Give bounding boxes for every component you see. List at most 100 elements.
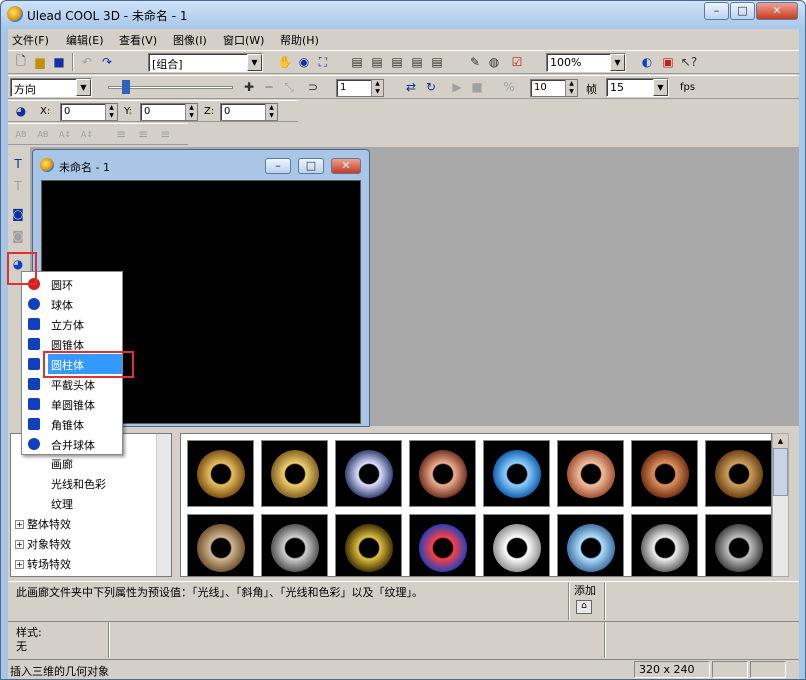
layer-icon-2[interactable]: ▤ xyxy=(368,53,386,71)
layer-icon-3[interactable]: ▤ xyxy=(388,53,406,71)
spinner-arrows[interactable]: ▲ ▼ xyxy=(265,104,277,120)
text-spacing-icon-4[interactable]: A↕ xyxy=(78,125,96,143)
chevron-down-icon[interactable]: ▼ xyxy=(653,79,668,96)
doc-minimize-button[interactable]: – xyxy=(265,158,291,174)
object-select-combo[interactable]: [组合] ▼ xyxy=(148,53,263,72)
gallery-thumbnail[interactable] xyxy=(631,514,698,576)
tree-item-transition-effects[interactable]: + 转场特效 xyxy=(15,556,71,572)
text-spacing-icon-1[interactable]: AB xyxy=(12,125,30,143)
tree-scrollbar[interactable] xyxy=(156,434,171,576)
menu-window[interactable]: 窗口(W) xyxy=(223,32,264,48)
z-spinner[interactable]: 0 ▲ ▼ xyxy=(220,103,278,121)
rotate-object-icon[interactable]: ◉ xyxy=(295,53,313,71)
layer-icon-5[interactable]: ▤ xyxy=(428,53,446,71)
position-icon[interactable]: ◕ xyxy=(12,102,30,120)
play-icon[interactable]: ▶ xyxy=(448,78,466,96)
gallery-thumbnail[interactable] xyxy=(261,514,328,576)
frame-spinner[interactable]: 1 ▲ ▼ xyxy=(336,79,384,97)
insert-text-icon[interactable]: T xyxy=(9,155,27,173)
y-spinner[interactable]: 0 ▲ ▼ xyxy=(140,103,198,121)
loop-icon[interactable]: ⇄ xyxy=(402,78,420,96)
minimize-button[interactable]: – xyxy=(704,2,729,20)
gallery-thumbnail[interactable] xyxy=(483,514,550,576)
gallery-thumbnail[interactable] xyxy=(705,514,771,576)
save-icon[interactable]: ■ xyxy=(50,53,68,71)
hand-icon[interactable]: ✋ xyxy=(276,53,294,71)
chevron-down-icon[interactable]: ▼ xyxy=(247,54,262,71)
gallery-thumbnail[interactable] xyxy=(705,440,771,507)
scroll-up-icon[interactable]: ▲ xyxy=(773,434,788,448)
remove-keyframe-icon[interactable]: ━ xyxy=(260,78,278,96)
gallery-thumbnail[interactable] xyxy=(187,440,254,507)
close-button[interactable]: ✕ xyxy=(756,2,798,20)
gallery-thumbnail[interactable] xyxy=(187,514,254,576)
gallery-thumbnail[interactable] xyxy=(631,440,698,507)
fps-spinner[interactable]: 10 ▲ ▼ xyxy=(530,79,578,97)
gallery-thumbnail[interactable] xyxy=(335,440,402,507)
shape-menu-item[interactable]: 合并球体 xyxy=(22,434,122,454)
menu-help[interactable]: 帮助(H) xyxy=(280,32,319,48)
gallery-icon[interactable]: ▣ xyxy=(659,53,677,71)
insert-graphic-icon[interactable]: ◙ xyxy=(9,205,27,223)
tree-item-global-effects[interactable]: + 整体特效 xyxy=(15,516,71,532)
edit-graphic-icon[interactable]: ◙ xyxy=(9,227,27,245)
expand-icon[interactable]: + xyxy=(15,540,24,549)
resize-object-icon[interactable]: ⛶ xyxy=(314,53,332,71)
shape-menu-item[interactable]: 单圆锥体 xyxy=(22,394,122,414)
preview-icon[interactable]: ☑ xyxy=(508,53,526,71)
gallery-thumbnail[interactable] xyxy=(409,440,476,507)
text-spacing-icon-2[interactable]: AB xyxy=(34,125,52,143)
spinner-arrows[interactable]: ▲ ▼ xyxy=(105,104,117,120)
slider-thumb[interactable] xyxy=(122,80,130,94)
align-left-icon[interactable]: ≡ xyxy=(112,125,130,143)
maximize-button[interactable]: □ xyxy=(730,2,755,20)
doc-maximize-button[interactable]: □ xyxy=(298,158,324,174)
gallery-thumbnail[interactable] xyxy=(335,514,402,576)
frames-combo[interactable]: 15 ▼ xyxy=(606,78,669,97)
add-keyframe-icon[interactable]: ✚ xyxy=(240,78,258,96)
layer-icon-1[interactable]: ▤ xyxy=(348,53,366,71)
tree-item-texture[interactable]: 纹理 xyxy=(51,496,73,512)
split-keyframe-icon[interactable]: ⤡ xyxy=(280,78,298,96)
globe-icon[interactable]: ◍ xyxy=(485,53,503,71)
light-icon[interactable]: ✎ xyxy=(466,53,484,71)
new-file-icon[interactable]: 🗋 xyxy=(12,53,30,71)
open-folder-icon[interactable]: ▆ xyxy=(31,53,49,71)
layer-icon-4[interactable]: ▤ xyxy=(408,53,426,71)
export-icon[interactable]: ◐ xyxy=(638,53,656,71)
gallery-scrollbar[interactable]: ▲ xyxy=(772,433,789,577)
mode-combo[interactable]: 方向 ▼ xyxy=(10,78,92,97)
timeline-slider[interactable] xyxy=(108,80,233,96)
menu-image[interactable]: 图像(I) xyxy=(173,32,207,48)
scroll-thumb[interactable] xyxy=(773,448,788,496)
shape-menu-item[interactable]: 角锥体 xyxy=(22,414,122,434)
text-spacing-icon-3[interactable]: A↕ xyxy=(56,125,74,143)
edit-text-icon[interactable]: T xyxy=(9,177,27,195)
spinner-arrows[interactable]: ▲ ▼ xyxy=(565,80,577,96)
gallery-thumbnail[interactable] xyxy=(409,514,476,576)
menu-file[interactable]: 文件(F) xyxy=(12,32,49,48)
shape-menu-item[interactable]: 球体 xyxy=(22,294,122,314)
undo-icon[interactable]: ↶ xyxy=(78,53,96,71)
chevron-down-icon[interactable]: ▼ xyxy=(76,79,91,96)
redo-icon[interactable]: ↷ xyxy=(98,53,116,71)
shape-menu-item[interactable]: 立方体 xyxy=(22,314,122,334)
gallery-thumbnail[interactable] xyxy=(261,440,328,507)
expand-icon[interactable]: + xyxy=(15,560,24,569)
tree-item-gallery[interactable]: 画廊 xyxy=(51,456,73,472)
align-right-icon[interactable]: ≡ xyxy=(156,125,174,143)
gallery-thumbnail[interactable] xyxy=(483,440,550,507)
tree-item-light-color[interactable]: 光线和色彩 xyxy=(51,476,106,492)
reverse-icon[interactable]: ⊃ xyxy=(304,78,322,96)
gallery-thumbnail[interactable] xyxy=(557,440,624,507)
shape-menu-item[interactable]: 圆环 xyxy=(22,274,122,294)
refresh-icon[interactable]: ↻ xyxy=(422,78,440,96)
spinner-arrows[interactable]: ▲ ▼ xyxy=(371,80,383,96)
percent-icon[interactable]: % xyxy=(500,78,518,96)
expand-icon[interactable]: + xyxy=(15,520,24,529)
spinner-arrows[interactable]: ▲ ▼ xyxy=(185,104,197,120)
add-button[interactable]: 添加 ⌂ xyxy=(574,582,600,618)
zoom-combo[interactable]: 100% ▼ xyxy=(546,53,626,72)
menu-view[interactable]: 查看(V) xyxy=(119,32,157,48)
tree-item-object-effects[interactable]: + 对象特效 xyxy=(15,536,71,552)
